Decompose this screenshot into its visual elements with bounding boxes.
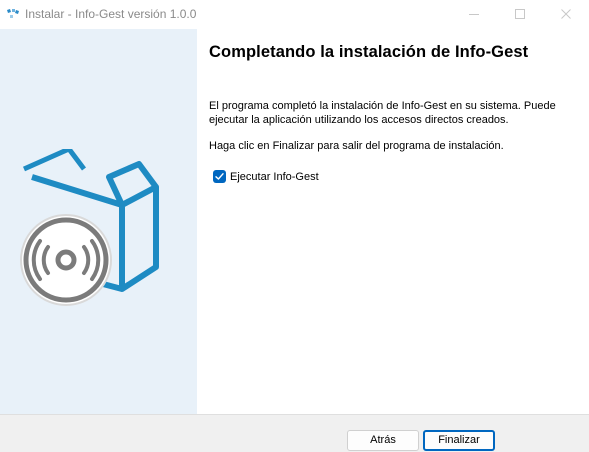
window-title: Instalar - Info-Gest versión 1.0.0 xyxy=(25,7,197,21)
completion-message: El programa completó la instalación de I… xyxy=(209,99,569,127)
minimize-button[interactable] xyxy=(451,0,497,29)
completion-message-line-2: ejecutar la aplicación utilizando los ac… xyxy=(209,114,509,126)
installer-app-icon xyxy=(5,6,21,22)
maximize-icon xyxy=(515,9,525,19)
checkmark-icon xyxy=(215,173,224,180)
close-button[interactable] xyxy=(543,0,589,29)
title-bar[interactable]: Instalar - Info-Gest versión 1.0.0 xyxy=(0,0,589,29)
wizard-side-panel xyxy=(0,29,197,414)
minimize-icon xyxy=(469,14,479,15)
run-app-checkbox-label[interactable]: Ejecutar Info-Gest xyxy=(230,170,319,184)
run-app-checkbox[interactable] xyxy=(213,170,226,183)
close-icon xyxy=(561,9,571,19)
back-button[interactable]: Atrás xyxy=(347,430,419,451)
maximize-button[interactable] xyxy=(497,0,543,29)
completion-message-line-1: El programa completó la instalación de I… xyxy=(209,100,556,112)
finish-instruction: Haga clic en Finalizar para salir del pr… xyxy=(209,140,504,152)
page-title: Completando la instalación de Info-Gest xyxy=(209,43,529,61)
box-disc-icon xyxy=(20,149,159,306)
wizard-footer: Atrás Finalizar xyxy=(0,414,589,452)
finish-button[interactable]: Finalizar xyxy=(423,430,495,451)
